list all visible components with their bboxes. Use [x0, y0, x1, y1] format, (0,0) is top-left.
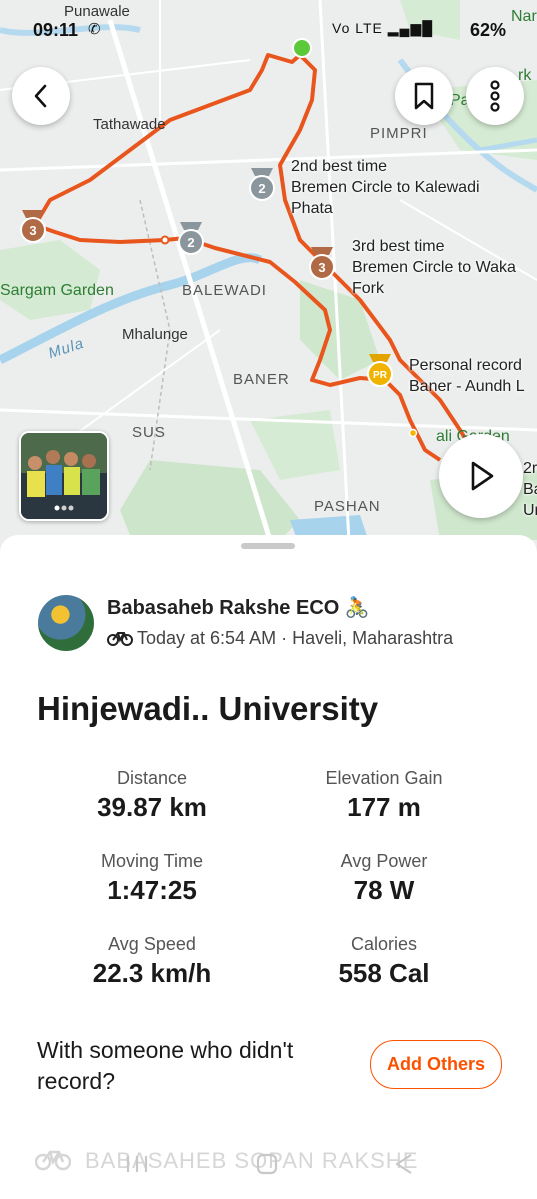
segment-2-line3: Fork [352, 280, 384, 297]
stat-value: 558 Cal [338, 958, 430, 988]
stat-label: Calories [350, 934, 418, 954]
system-nav-icons [126, 1153, 412, 1175]
activity-details-sheet[interactable]: Babasaheb Rakshe ECO 🚴 Today at 6:54 AM … [0, 535, 537, 1199]
recents-icon [126, 1156, 148, 1172]
add-others-button[interactable]: Add Others [370, 1040, 502, 1089]
segment-label-1[interactable]: 2nd best time Bremen Circle to Kalewadi … [291, 156, 480, 219]
battery-level: 62% [470, 20, 507, 40]
stat-label: Moving Time [100, 851, 204, 871]
back-nav-icon [395, 1154, 412, 1174]
silver-medal-mid-icon[interactable]: 2 [176, 222, 206, 256]
activity-title: Hinjewadi.. University [37, 690, 379, 727]
more-options-button[interactable] [466, 67, 524, 125]
bike-icon [107, 632, 133, 646]
segment-4-line3: Ur [523, 502, 537, 519]
stat-label: Elevation Gain [325, 768, 443, 788]
segment-1-line2: Bremen Circle to Kalewadi [291, 179, 480, 196]
stat-avg-power: Avg Power 78 W [274, 851, 494, 906]
segment-label-2[interactable]: 3rd best time Bremen Circle to Waka Fork [352, 236, 516, 299]
place-label-pimpri: PIMPRI [370, 125, 428, 142]
athlete-name[interactable]: Babasaheb Rakshe ECO 🚴 [107, 595, 370, 620]
group-photo-image [21, 433, 107, 519]
stat-elevation-gain: Elevation Gain 177 m [274, 768, 494, 823]
segment-label-3[interactable]: Personal record Baner - Aundh L [409, 355, 525, 397]
stat-value: 78 W [353, 875, 415, 905]
whatsapp-icon: ✆ [88, 21, 101, 38]
stat-distance: Distance 39.87 km [42, 768, 262, 823]
segment-1-line3: Phata [291, 200, 333, 217]
bronze-medal-left-icon[interactable]: 3 [18, 210, 48, 244]
stat-label: Distance [116, 768, 188, 788]
segment-3-line1: Personal record [409, 357, 522, 374]
bookmark-button[interactable] [395, 67, 453, 125]
segment-4-line2: Ba [523, 481, 537, 498]
stat-calories: Calories 558 Cal [274, 934, 494, 989]
activity-meta-text: Today at 6:54 AM · Haveli, Maharashtra [137, 628, 454, 648]
status-bar: 09:11 ✆ Vo LTE ▂▄▆█ 62% [0, 18, 537, 46]
place-label-sargam-garden: Sargam Garden [0, 282, 114, 299]
segment-2-line1: 3rd best time [352, 238, 445, 255]
silver-medal-icon[interactable]: 2 [247, 168, 277, 202]
avatar[interactable] [38, 595, 94, 651]
svg-text:3: 3 [318, 260, 325, 275]
stat-value: 39.87 km [97, 792, 207, 822]
svg-text:3: 3 [29, 223, 36, 238]
route-map[interactable]: Punawale Tathawade PIMPRI Sargam Garden … [0, 0, 537, 560]
stat-value: 1:47:25 [107, 875, 197, 905]
segment-3-line2: Baner - Aundh L [409, 378, 525, 395]
bookmark-icon [414, 82, 434, 110]
more-vertical-icon [490, 80, 500, 112]
stat-value: 177 m [347, 792, 421, 822]
home-icon [256, 1153, 278, 1175]
system-nav-bar [0, 1150, 537, 1180]
sheet-grab-handle[interactable] [241, 543, 295, 549]
activity-photo-thumbnail[interactable] [19, 431, 109, 521]
segment-2-line2: Bremen Circle to Waka [352, 259, 516, 276]
place-label-tathawade: Tathawade [93, 116, 166, 133]
chevron-left-icon [34, 84, 47, 108]
back-button[interactable] [12, 67, 70, 125]
svg-text:2: 2 [187, 235, 194, 250]
segment-label-4[interactable]: 2r Ba Ur [523, 458, 537, 521]
stat-moving-time: Moving Time 1:47:25 [42, 851, 262, 906]
signal-icon: Vo LTE ▂▄▆█ [332, 20, 434, 36]
stat-label: Avg Speed [108, 934, 196, 954]
bronze-medal-icon[interactable]: 3 [307, 247, 337, 281]
status-time: 09:11 [33, 20, 79, 40]
place-label-mhalunge: Mhalunge [122, 326, 188, 343]
pr-medal-icon[interactable]: PR [365, 354, 395, 388]
place-label-balewadi: BALEWADI [182, 282, 267, 299]
stat-label: Avg Power [340, 851, 428, 871]
place-label-baner: BANER [233, 371, 290, 388]
svg-text:2: 2 [258, 181, 265, 196]
add-others-prompt: With someone who didn't record? [37, 1037, 294, 1094]
place-label-sus: SUS [132, 424, 166, 441]
play-icon [471, 461, 494, 491]
stat-value: 22.3 km/h [92, 958, 212, 988]
segment-4-line1: 2r [523, 460, 537, 477]
svg-text:PR: PR [373, 370, 388, 381]
activity-meta: Today at 6:54 AM · Haveli, Maharashtra [107, 628, 453, 649]
place-label-pashan: PASHAN [314, 498, 381, 515]
stat-avg-speed: Avg Speed 22.3 km/h [42, 934, 262, 989]
play-flyover-button[interactable] [439, 434, 523, 518]
segment-1-line1: 2nd best time [291, 158, 388, 175]
